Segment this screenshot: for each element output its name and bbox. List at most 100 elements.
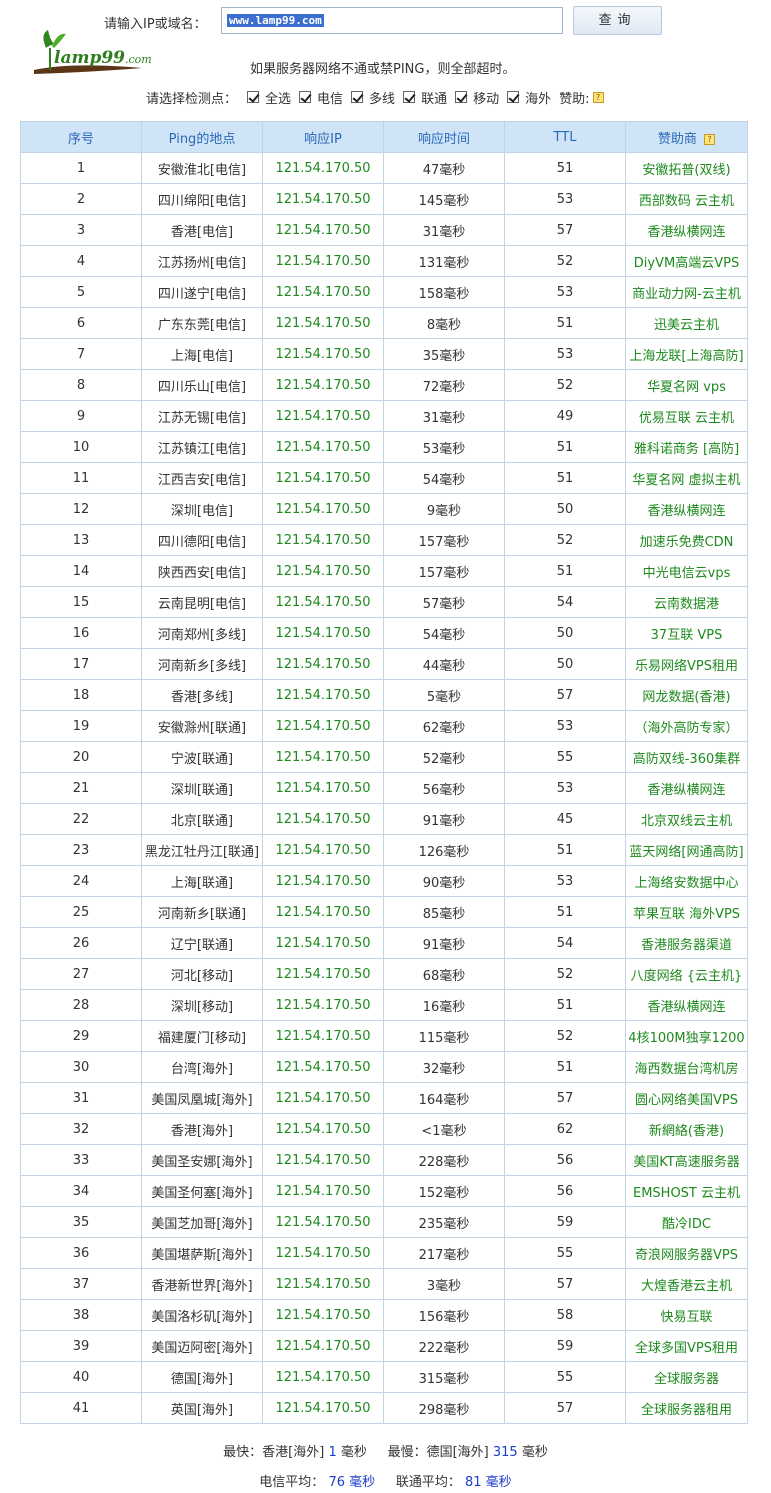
cell-ip: 121.54.170.50 xyxy=(262,896,384,928)
cell-time: 157毫秒 xyxy=(383,555,505,587)
cell-sponsor[interactable]: 香港纵横网连 xyxy=(625,214,748,246)
cell-ttl: 52 xyxy=(504,958,626,990)
cell-no: 9 xyxy=(20,400,142,432)
cell-sponsor[interactable]: 优易互联 云主机 xyxy=(625,400,748,432)
cell-ttl: 51 xyxy=(504,307,626,339)
cell-sponsor[interactable]: 苹果互联 海外VPS xyxy=(625,896,748,928)
cell-sponsor[interactable]: 迅美云主机 xyxy=(625,307,748,339)
cell-sponsor[interactable]: 网龙数据(香港) xyxy=(625,679,748,711)
cell-time: 31毫秒 xyxy=(383,400,505,432)
cell-sponsor[interactable]: 八度网络 {云主机} xyxy=(625,958,748,990)
checkbox-checked-icon[interactable] xyxy=(299,91,312,103)
cell-ttl: 57 xyxy=(504,214,626,246)
cell-sponsor[interactable]: EMSHOST 云主机 xyxy=(625,1175,748,1207)
slowest-value: 315 xyxy=(492,1445,518,1460)
cell-sponsor[interactable]: 新網絡(香港) xyxy=(625,1113,748,1145)
cell-ttl: 52 xyxy=(504,1020,626,1052)
cell-ip: 121.54.170.50 xyxy=(262,1020,384,1052)
cell-ttl: 55 xyxy=(504,1237,626,1269)
checkbox-multiline[interactable]: 多线 xyxy=(351,88,395,107)
cell-ip: 121.54.170.50 xyxy=(262,803,384,835)
query-button[interactable]: 查询 xyxy=(573,6,662,35)
cell-no: 15 xyxy=(20,586,142,618)
cell-location: 黑龙江牡丹江[联通] xyxy=(141,834,263,866)
cell-no: 20 xyxy=(20,741,142,773)
cell-ttl: 45 xyxy=(504,803,626,835)
cell-sponsor[interactable]: 高防双线-360集群 xyxy=(625,741,748,773)
cell-sponsor[interactable]: 乐易网络VPS租用 xyxy=(625,648,748,680)
help-icon[interactable]: ? xyxy=(592,91,604,103)
cell-sponsor[interactable]: 37互联 VPS xyxy=(625,617,748,649)
cell-location: 广东东莞[电信] xyxy=(141,307,263,339)
checkbox-all[interactable]: 全选 xyxy=(247,88,291,107)
domain-input[interactable]: www.lamp99.com xyxy=(221,7,563,34)
cell-sponsor[interactable]: 美国KT高速服务器 xyxy=(625,1144,748,1176)
cell-sponsor[interactable]: 全球服务器 xyxy=(625,1361,748,1393)
help-icon[interactable]: ? xyxy=(704,133,716,145)
cell-location: 江苏扬州[电信] xyxy=(141,245,263,277)
cell-time: 47毫秒 xyxy=(383,152,505,184)
cell-sponsor[interactable]: 全球多国VPS租用 xyxy=(625,1330,748,1362)
cell-sponsor[interactable]: 全球服务器租用 xyxy=(625,1392,748,1424)
checkbox-unicom[interactable]: 联通 xyxy=(403,88,447,107)
cell-sponsor[interactable]: 蓝天网络[网通高防] xyxy=(625,834,748,866)
cell-ip: 121.54.170.50 xyxy=(262,865,384,897)
cell-sponsor[interactable]: 华夏名网 vps xyxy=(625,369,748,401)
cell-sponsor[interactable]: 海西数据台湾机房 xyxy=(625,1051,748,1083)
cell-sponsor[interactable]: 奇浪网服务器VPS xyxy=(625,1237,748,1269)
cell-sponsor[interactable]: 北京双线云主机 xyxy=(625,803,748,835)
cell-sponsor[interactable]: （海外高防专家） xyxy=(625,710,748,742)
cell-location: 深圳[移动] xyxy=(141,989,263,1021)
cell-time: 44毫秒 xyxy=(383,648,505,680)
cell-sponsor[interactable]: 华夏名网 虚拟主机 xyxy=(625,462,748,494)
cell-sponsor[interactable]: 上海络安数据中心 xyxy=(625,865,748,897)
cell-location: 陕西西安[电信] xyxy=(141,555,263,587)
telecom-avg-label: 电信平均： xyxy=(259,1475,325,1490)
cell-sponsor[interactable]: 雅科诺商务 [高防] xyxy=(625,431,748,463)
cell-sponsor[interactable]: 香港纵横网连 xyxy=(625,493,748,525)
cell-no: 36 xyxy=(20,1237,142,1269)
cell-ip: 121.54.170.50 xyxy=(262,369,384,401)
cell-sponsor[interactable]: 香港服务器渠道 xyxy=(625,927,748,959)
cell-sponsor[interactable]: DiyVM高端云VPS xyxy=(625,245,748,277)
cell-time: 157毫秒 xyxy=(383,524,505,556)
checkbox-checked-icon[interactable] xyxy=(351,91,364,103)
cell-no: 18 xyxy=(20,679,142,711)
cell-sponsor[interactable]: 商业动力网-云主机 xyxy=(625,276,748,308)
cell-sponsor[interactable]: 香港纵横网连 xyxy=(625,772,748,804)
cell-sponsor[interactable]: 圆心网络美国VPS xyxy=(625,1082,748,1114)
cell-time: 35毫秒 xyxy=(383,338,505,370)
cell-sponsor[interactable]: 4核100M独享1200 xyxy=(625,1020,748,1052)
cell-time: 31毫秒 xyxy=(383,214,505,246)
checkbox-checked-icon[interactable] xyxy=(507,91,520,103)
checkbox-mobile[interactable]: 移动 xyxy=(455,88,499,107)
cell-sponsor[interactable]: 快易互联 xyxy=(625,1299,748,1331)
telecom-avg-unit: 毫秒 xyxy=(349,1475,376,1490)
table-row: 40 德国[海外] 121.54.170.50 315毫秒 55 全球服务器 xyxy=(20,1361,748,1393)
cell-sponsor[interactable]: 西部数码 云主机 xyxy=(625,183,748,215)
cell-time: 235毫秒 xyxy=(383,1206,505,1238)
checkbox-telecom[interactable]: 电信 xyxy=(299,88,343,107)
cell-sponsor[interactable]: 云南数据港 xyxy=(625,586,748,618)
cell-sponsor[interactable]: 香港纵横网连 xyxy=(625,989,748,1021)
cell-sponsor[interactable]: 中光电信云vps xyxy=(625,555,748,587)
table-row: 34 美国圣何塞[海外] 121.54.170.50 152毫秒 56 EMSHOST 云… xyxy=(20,1175,748,1207)
cell-sponsor[interactable]: 加速乐免费CDN xyxy=(625,524,748,556)
cell-sponsor[interactable]: 酷冷IDC xyxy=(625,1206,748,1238)
cell-sponsor[interactable]: 安徽拓普(双线) xyxy=(625,152,748,184)
header-sponsor: 赞助商 ? xyxy=(625,121,748,153)
cell-time: 91毫秒 xyxy=(383,803,505,835)
table-row: 31 美国凤凰城[海外] 121.54.170.50 164毫秒 57 圆心网络美国VPS xyxy=(20,1082,748,1114)
logo: lamp99.com xyxy=(32,28,152,78)
cell-sponsor[interactable]: 大煌香港云主机 xyxy=(625,1268,748,1300)
cell-ip: 121.54.170.50 xyxy=(262,276,384,308)
cell-time: 228毫秒 xyxy=(383,1144,505,1176)
cell-ip: 121.54.170.50 xyxy=(262,927,384,959)
checkbox-checked-icon[interactable] xyxy=(247,91,260,103)
cell-sponsor[interactable]: 上海龙联[上海高防] xyxy=(625,338,748,370)
checkbox-checked-icon[interactable] xyxy=(403,91,416,103)
cell-location: 四川绵阳[电信] xyxy=(141,183,263,215)
cell-no: 14 xyxy=(20,555,142,587)
checkbox-overseas[interactable]: 海外 xyxy=(507,88,551,107)
checkbox-checked-icon[interactable] xyxy=(455,91,468,103)
